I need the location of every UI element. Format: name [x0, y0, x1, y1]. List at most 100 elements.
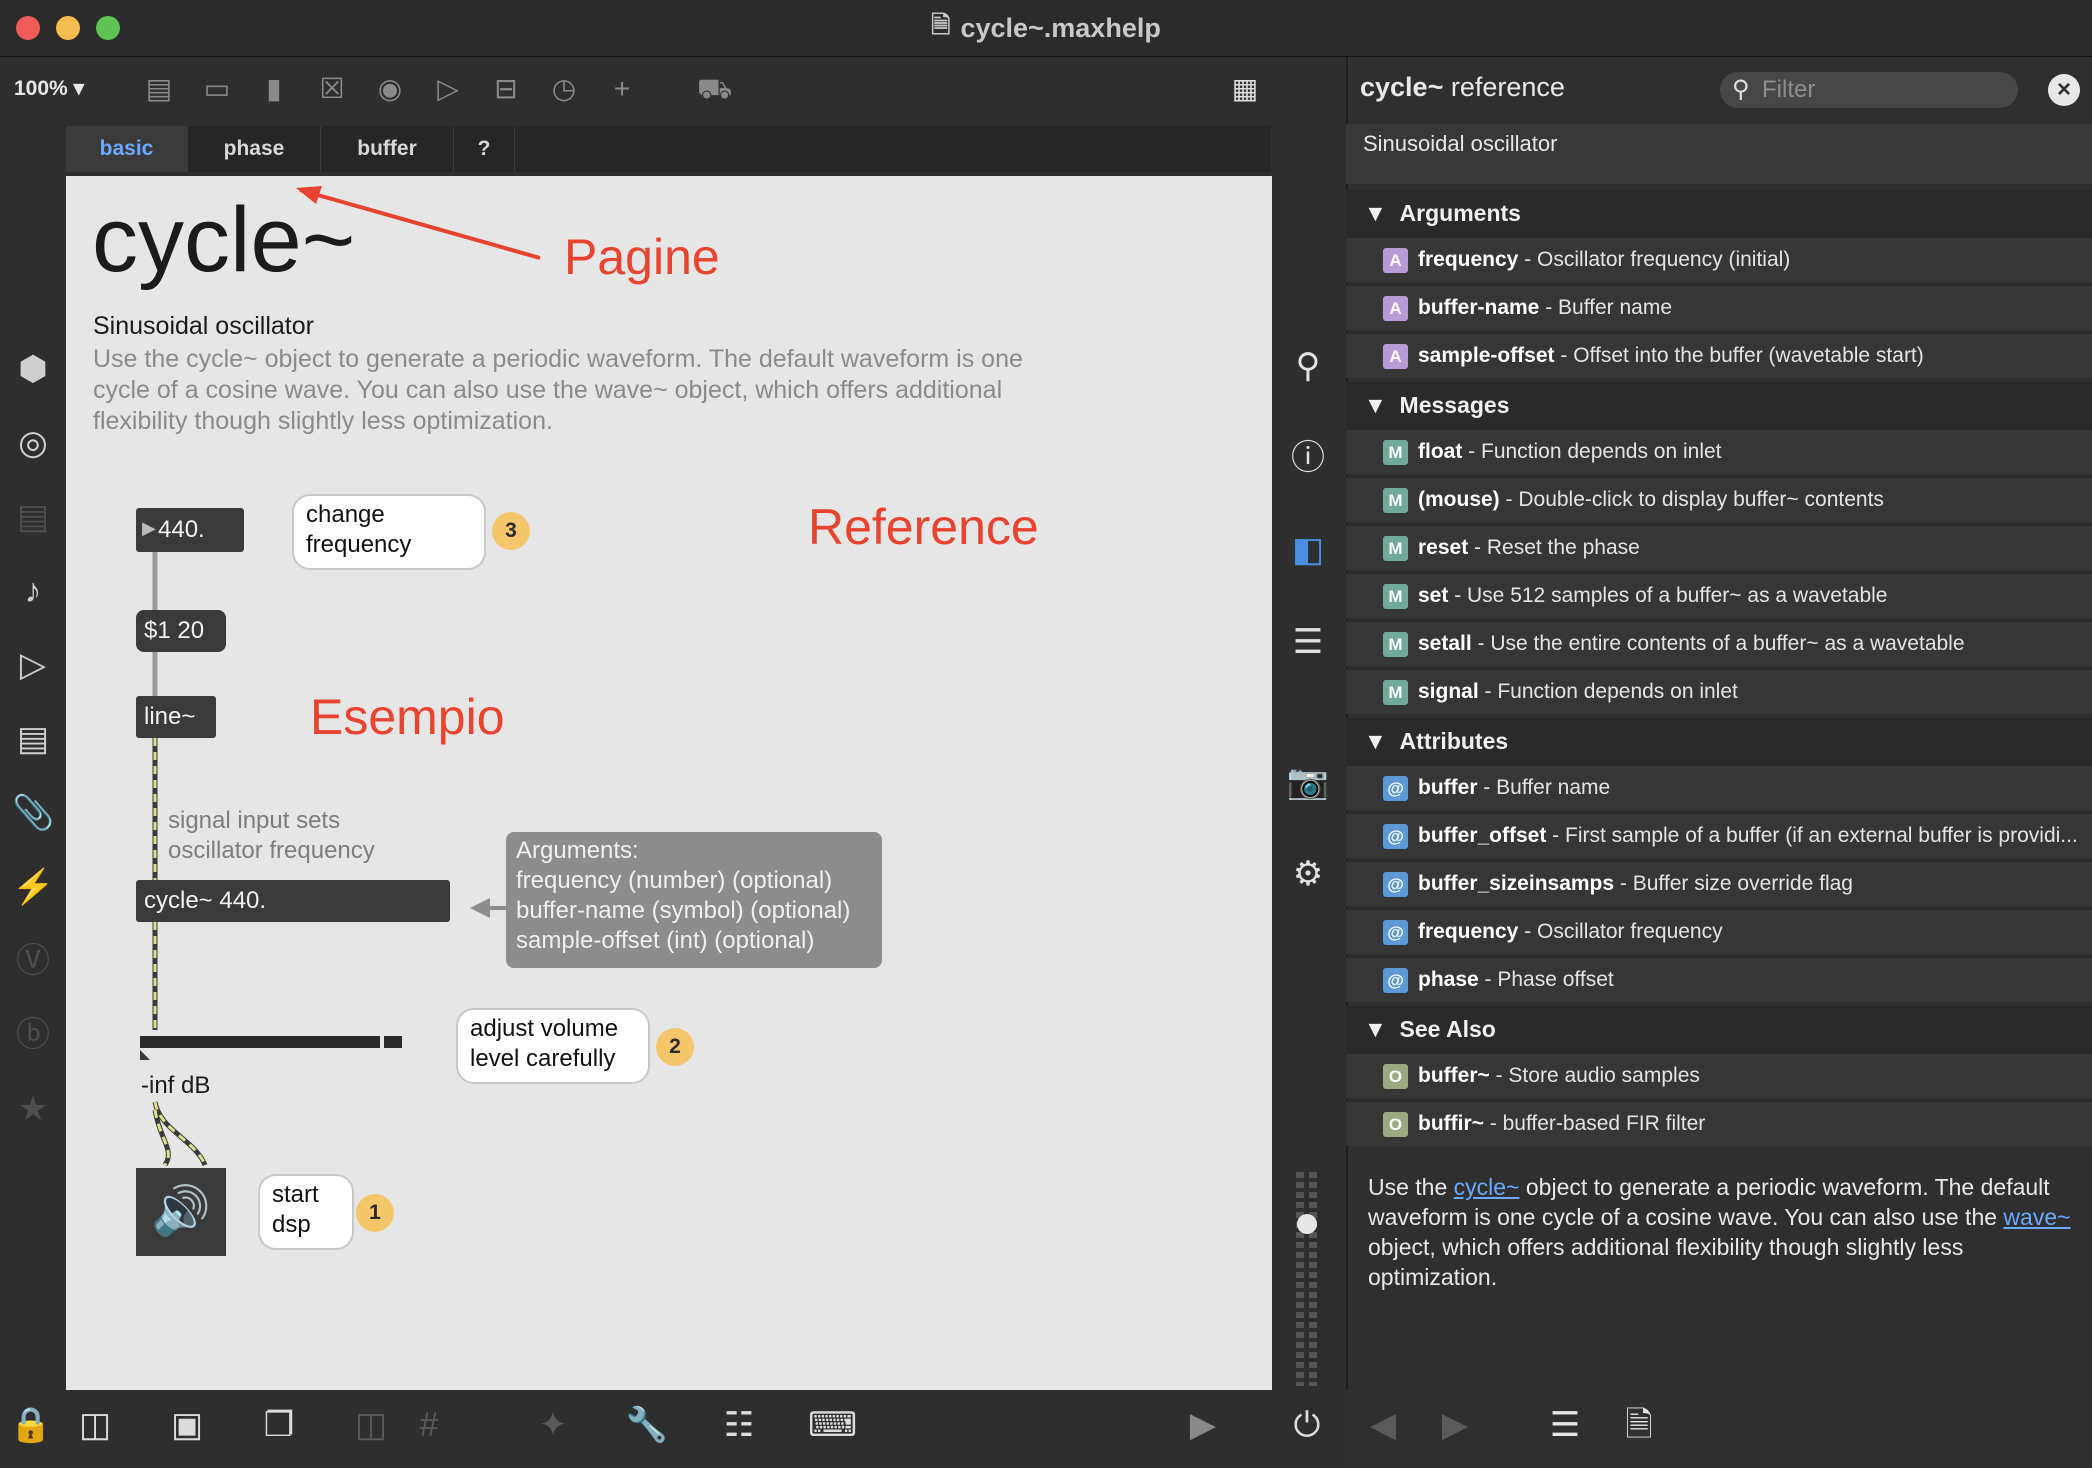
gain-slider-handle-icon[interactable] [140, 1050, 150, 1060]
reference-heading-suffix: reference [1450, 72, 1565, 102]
row-tag-icon: O [1383, 1111, 1408, 1137]
line-object[interactable]: line~ [136, 696, 216, 738]
grid-icon[interactable]: # [406, 1402, 452, 1448]
arguments-tooltip: Arguments: frequency (number) (optional)… [506, 832, 882, 968]
speaker-icon: 🔊 [151, 1185, 211, 1238]
reference-row-messages[interactable]: M (mouse) - Double-click to display buffe… [1346, 476, 2092, 522]
snap-icon[interactable]: ✦ [530, 1402, 576, 1448]
row-description: - Oscillator frequency (initial) [1518, 248, 1791, 271]
row-tag-icon: M [1383, 487, 1408, 513]
gain-slider[interactable] [140, 1036, 402, 1048]
reference-row-attributes[interactable]: @ buffer_sizeinsamps - Buffer size overri… [1346, 860, 2092, 906]
power-icon[interactable]: ⏻ [1284, 1402, 1330, 1448]
close-reference-button[interactable]: × [2048, 74, 2080, 106]
argument-line: frequency (number) (optional) [516, 867, 833, 894]
section-messages[interactable]: ▼ Messages [1346, 382, 2092, 428]
filter-input[interactable]: ⚲ Filter [1720, 72, 2018, 108]
reference-row-messages[interactable]: Mfloat - Function depends on inlet [1346, 428, 2092, 474]
desc-text: Use the [1368, 1174, 1454, 1200]
volume-meter[interactable] [1296, 1172, 1318, 1386]
meter-left [1296, 1172, 1304, 1386]
section-label: Arguments [1399, 200, 1521, 226]
reference-row-attributes[interactable]: @ phase - Phase offset [1346, 956, 2092, 1002]
section-see-also[interactable]: ▼ See Also [1346, 1006, 2092, 1052]
hidden-icon[interactable]: ◫ [348, 1402, 394, 1448]
search-icon[interactable]: ⚲ [1286, 344, 1330, 388]
row-name: (mouse) [1418, 488, 1500, 511]
row-tag-icon: M [1383, 583, 1408, 609]
lock-icon[interactable]: 🔒 [8, 1402, 54, 1448]
reference-row-messages[interactable]: Msignal - Function depends on inlet [1346, 668, 2092, 714]
wrench-icon[interactable]: 🔧 [624, 1402, 670, 1448]
reference-row-see_also[interactable]: Obuffir~ - buffer-based FIR filter [1346, 1100, 2092, 1146]
reference-row-messages[interactable]: Mreset - Reset the phase [1346, 524, 2092, 570]
arguments-heading: Arguments: [516, 837, 639, 864]
row-tag-icon: M [1383, 535, 1408, 561]
select-cursor-icon[interactable]: ◫ [72, 1402, 118, 1448]
object-title: cycle~ [92, 189, 356, 291]
row-name: signal [1418, 680, 1479, 703]
piano-icon[interactable]: ☷ [716, 1402, 762, 1448]
reference-description: Use the cycle~ object to generate a peri… [1368, 1172, 2080, 1292]
row-description: - Offset into the buffer (wavetable star… [1554, 344, 1924, 367]
reference-row-arguments[interactable]: Afrequency - Oscillator frequency (initi… [1346, 236, 2092, 282]
section-attributes[interactable]: ▼ Attributes [1346, 718, 2092, 764]
wave-link[interactable]: wave~ [2003, 1204, 2070, 1230]
row-tag-icon: @ [1383, 919, 1408, 945]
row-description: - Use the entire contents of a buffer~ a… [1471, 632, 1965, 655]
reference-row-attributes[interactable]: @ frequency - Oscillator frequency [1346, 908, 2092, 954]
reference-row-arguments[interactable]: Asample-offset - Offset into the buffer … [1346, 332, 2092, 378]
ezdac-speaker[interactable]: 🔊 [136, 1168, 226, 1256]
desc-text: object, which offers additional flexibil… [1368, 1234, 1964, 1290]
row-name: buffer_offset [1418, 824, 1547, 847]
gain-readout: -inf dB [141, 1072, 211, 1099]
presentation-icon[interactable]: ▣ [164, 1402, 210, 1448]
list-icon[interactable]: ☰ [1286, 620, 1330, 664]
argument-line: sample-offset (int) (optional) [516, 927, 815, 954]
message-box[interactable]: $1 20 [136, 610, 226, 652]
filter-placeholder: Filter [1762, 76, 1816, 103]
row-name: buffir~ [1418, 1112, 1484, 1135]
bubble-text: start [272, 1181, 319, 1208]
row-description: - Oscillator frequency [1518, 920, 1723, 943]
cycle-link[interactable]: cycle~ [1454, 1174, 1520, 1200]
document-page-icon[interactable]: 🗎 [1616, 1402, 1662, 1448]
menu-icon[interactable]: ☰ [1542, 1402, 1588, 1448]
section-arguments[interactable]: ▼ Arguments [1346, 190, 2092, 236]
row-name: reset [1418, 536, 1469, 559]
row-description: - buffer-based FIR filter [1483, 1112, 1706, 1135]
row-name: buffer-name [1418, 296, 1540, 319]
row-tag-icon: M [1383, 679, 1408, 705]
patcher-right-sidebar: ⚲ ⓘ ◧ ☰ 📷 ⚙ [1272, 172, 1344, 1402]
reference-row-messages[interactable]: Msetall - Use the entire contents of a b… [1346, 620, 2092, 666]
reference-panel-icon[interactable]: ◧ [1286, 528, 1330, 572]
bubble-adjust-volume: adjust volume level carefully [456, 1008, 650, 1084]
reference-row-messages[interactable]: Mset - Use 512 samples of a buffer~ as a… [1346, 572, 2092, 618]
reference-object-name: cycle~ [1360, 72, 1444, 102]
row-name: buffer~ [1418, 1064, 1490, 1087]
cycle-object[interactable]: cycle~ 440. [136, 880, 450, 922]
mixer-icon[interactable]: ⚙ [1286, 852, 1330, 896]
number-box[interactable]: ▶ 440. [136, 508, 244, 552]
row-tag-icon: @ [1383, 871, 1408, 897]
back-arrow-icon[interactable]: ◀ [1360, 1402, 1406, 1448]
step-badge-2: 2 [656, 1028, 694, 1066]
volume-knob[interactable] [1297, 1214, 1317, 1234]
step-badge-3: 3 [492, 512, 530, 550]
annotation-pagine: Pagine [564, 229, 720, 285]
reference-row-attributes[interactable]: @ buffer_offset - First sample of a buffe… [1346, 812, 2092, 858]
keyboard-icon[interactable]: ⌨ [808, 1402, 857, 1448]
info-icon[interactable]: ⓘ [1286, 436, 1330, 480]
forward-arrow-icon[interactable]: ▶ [1432, 1402, 1478, 1448]
row-description: - Buffer size override flag [1614, 872, 1853, 895]
camera-icon[interactable]: 📷 [1286, 760, 1330, 804]
reference-row-attributes[interactable]: @ buffer - Buffer name [1346, 764, 2092, 810]
row-tag-icon: M [1383, 631, 1408, 657]
reference-subtitle: Sinusoidal oscillator [1346, 124, 2092, 184]
windows-icon[interactable]: ❐ [256, 1402, 302, 1448]
play-audio-icon[interactable]: ▶ [1180, 1402, 1226, 1448]
row-name: sample-offset [1418, 344, 1555, 367]
reference-row-see_also[interactable]: Obuffer~ - Store audio samples [1346, 1052, 2092, 1098]
section-label: Messages [1399, 392, 1510, 418]
reference-row-arguments[interactable]: Abuffer-name - Buffer name [1346, 284, 2092, 330]
